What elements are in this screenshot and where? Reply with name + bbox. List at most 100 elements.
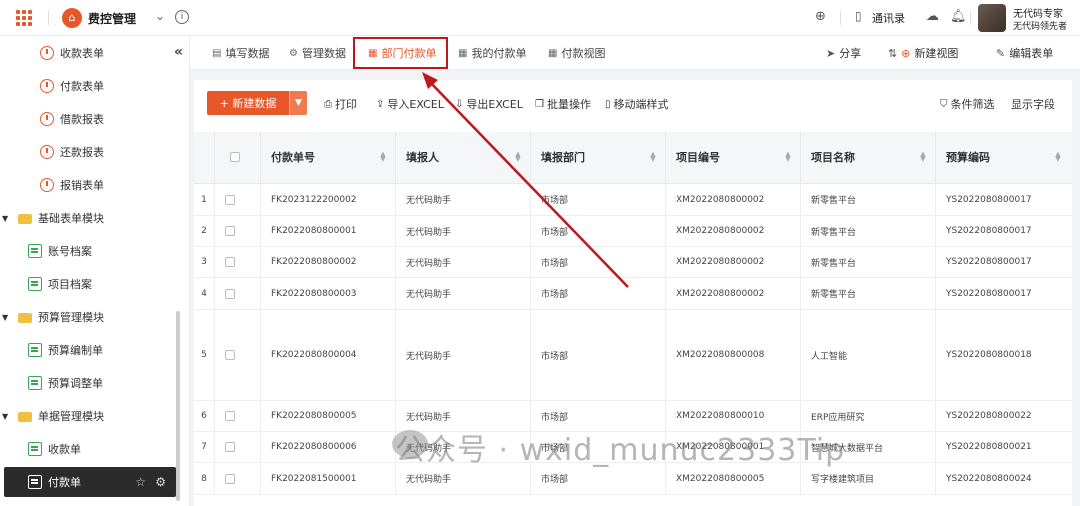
caret-down-icon[interactable]: ▼ [2,214,14,223]
sort-icon[interactable]: ▲ ▼ [784,151,792,163]
app-name[interactable]: 费控管理 [88,10,136,27]
batch-button[interactable]: ❐ 批量操作 [535,96,591,112]
star-icon[interactable]: ☆ [135,475,146,489]
row-checkbox[interactable] [225,350,235,360]
row-checkbox[interactable] [225,411,235,421]
table-row[interactable]: 2 FK2022080800001 无代码助手 市场部 XM2022080800002 新… [194,216,1072,247]
collapse-sidebar-icon[interactable]: « [174,44,183,60]
table-cell: 市场部 [530,216,665,246]
tab[interactable]: ▦ 我的付款单 [458,45,526,61]
row-checkbox[interactable] [225,473,235,484]
sidebar-item[interactable]: 付款单 ☆ ⚙ [4,467,176,497]
sidebar-item[interactable]: 预算调整单 [28,368,204,398]
sort-icon[interactable]: ▲ ▼ [379,151,387,163]
user-org: 无代码领先者 [1013,22,1068,32]
contacts-link[interactable]: 通讯录 [872,10,905,26]
mobile-style-button[interactable]: ▯ 移动端样式 [605,96,669,112]
table-row[interactable]: 1 FK2023122200002 无代码助手 市场部 XM2022080800002 新… [194,184,1072,216]
table-cell: YS2022080800022 [935,401,1070,431]
column-header[interactable]: 预算编码 ▲ ▼ [935,132,1070,184]
sidebar-item[interactable]: 借款报表 [40,104,216,134]
print-label: 打印 [335,98,357,111]
avatar[interactable] [978,4,1006,32]
sidebar-item[interactable]: 收款单 [28,434,204,464]
add-circle-icon: ⊕ [901,46,911,60]
filter-label: 条件筛选 [950,98,995,111]
table-cell: FK2022080800003 [260,278,395,309]
table-row[interactable]: 3 FK2022080800002 无代码助手 市场部 XM2022080800002 新… [194,247,1072,278]
print-button[interactable]: ⎙ 打印 [324,96,357,112]
table-cell: 市场部 [530,310,665,400]
sidebar-item[interactable]: ▼ 预算管理模块 [2,302,178,332]
row-checkbox[interactable] [225,194,235,205]
table-cell: YS2022080800017 [935,216,1070,246]
new-view-button[interactable]: ⇅ ⊕ 新建视图 [888,45,958,61]
row-checkbox[interactable] [225,226,235,236]
sort-icon[interactable]: ▲ ▼ [649,151,657,163]
sidebar-item[interactable]: ▼ 单据管理模块 [2,401,178,431]
add-icon[interactable]: ⊕ [815,9,826,24]
tab[interactable]: ▤ 填写数据 [212,45,269,61]
sidebar-item[interactable]: 付款表单 [40,71,216,101]
table-cell: 无代码助手 [395,247,530,277]
sidebar-item-label: 还款报表 [60,146,104,159]
sort-icon[interactable]: ▲ ▼ [1054,151,1062,163]
sidebar-item[interactable]: 项目档案 [28,269,204,299]
row-checkbox[interactable] [225,442,235,452]
export-button[interactable]: ⇩ 导出EXCEL [455,96,523,112]
clock-icon [40,145,54,159]
contacts-icon[interactable]: ▯ [855,9,862,23]
column-header[interactable]: 填报人 ▲ ▼ [395,132,530,184]
bell-icon[interactable]: 🔔︎ [950,9,967,24]
app-grid-icon[interactable] [16,10,32,26]
table-cell: 无代码助手 [395,184,530,215]
gear-icon[interactable]: ⚙ [155,475,166,489]
column-header[interactable]: 项目编号 ▲ ▼ [665,132,800,184]
tab[interactable]: ⚙ 管理数据 [289,45,346,61]
table-cell: XM2022080800002 [665,278,800,309]
sidebar-item[interactable]: 还款报表 [40,137,216,167]
sidebar-item[interactable]: 账号档案 [28,236,204,266]
row-checkbox[interactable] [225,288,235,299]
table-cell: YS2022080800021 [935,432,1070,462]
row-checkbox-cell [214,463,260,494]
table-icon: ▦ [458,47,468,59]
folder-icon [18,214,32,224]
import-button[interactable]: ⇪ 导入EXCEL [376,96,444,112]
row-checkbox[interactable] [225,257,235,267]
table-cell: XM2022080800002 [665,216,800,246]
chevron-down-icon[interactable]: ⌄ [155,9,165,23]
table-cell: YS2022080800017 [935,184,1070,215]
tab[interactable]: ▦ 付款视图 [548,45,605,61]
sidebar-item-label: 付款表单 [60,80,104,93]
column-header[interactable]: 付款单号 ▲ ▼ [260,132,395,184]
caret-down-icon[interactable]: ▼ [2,313,14,322]
import-label: 导入EXCEL [387,98,444,111]
chevron-down-icon[interactable]: ▼ [289,91,307,115]
sidebar-item[interactable]: ▼ 基础表单模块 [2,203,178,233]
table-cell: 市场部 [530,247,665,277]
new-data-button[interactable]: + 新建数据 [207,91,289,115]
cloud-icon[interactable]: ☁ [926,9,939,24]
sort-icon[interactable]: ▲ ▼ [919,151,927,163]
filter-button[interactable]: ⛉ 条件筛选 [940,96,995,112]
column-header[interactable]: 项目名称 ▲ ▼ [800,132,935,184]
tab-label: 填写数据 [225,47,270,60]
column-header[interactable]: 填报部门 ▲ ▼ [530,132,665,184]
table-row[interactable]: 5 FK2022080800004 无代码助手 市场部 XM2022080800008 人… [194,310,1072,401]
table-row[interactable]: 4 FK2022080800003 无代码助手 市场部 XM2022080800002 新… [194,278,1072,310]
row-number: 2 [201,226,207,236]
sidebar-item[interactable]: 报销表单 [40,170,216,200]
checkbox-column-header [214,132,260,184]
sidebar-item[interactable]: 预算编制单 [28,335,204,365]
mobile-label: 移动端样式 [613,98,669,111]
share-button[interactable]: ➤ 分享 [826,45,861,61]
table-cell: 无代码助手 [395,310,530,400]
show-fields-button[interactable]: 显示字段 [1011,96,1055,112]
sort-icon[interactable]: ▲ ▼ [514,151,522,163]
caret-down-icon[interactable]: ▼ [2,412,14,421]
printer-icon: ⎙ [324,98,332,110]
document-icon [28,343,42,357]
info-icon[interactable]: i [175,10,189,24]
edit-form-button[interactable]: ✎ 编辑表单 [996,45,1053,61]
